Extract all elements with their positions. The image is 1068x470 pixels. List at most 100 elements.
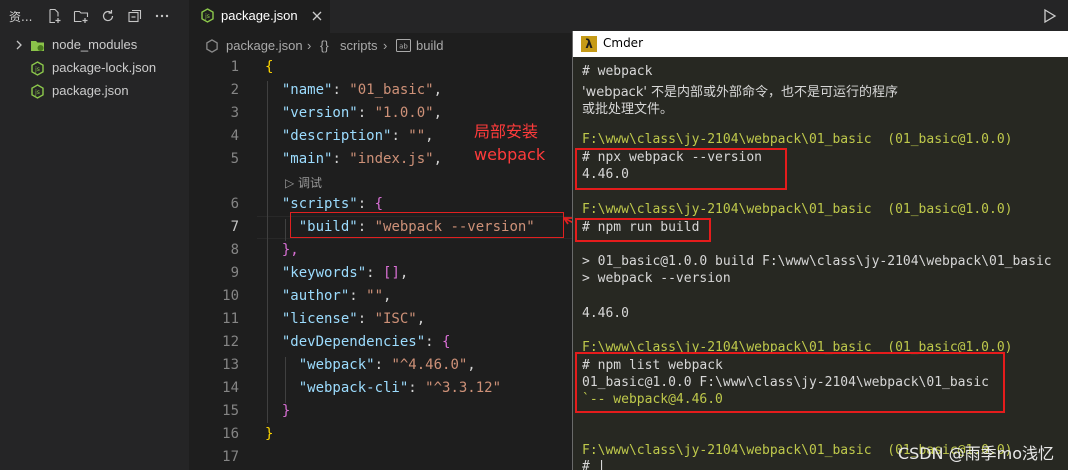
json-value: "^4.46.0" [391,357,468,373]
json-key: "devDependencies" [281,334,426,350]
cmder-title-bar[interactable]: λ Cmder [573,31,1068,57]
tab-package-json[interactable]: js package.json [189,0,330,33]
svg-text:js: js [34,66,40,73]
code-line: "author": "", [281,288,392,304]
json-value: "01_basic" [349,82,434,98]
new-file-icon[interactable] [45,7,63,25]
json-value: "" [366,288,384,304]
json-key: "keywords" [281,265,367,281]
code-line: }, [265,242,299,258]
brace: }, [281,242,299,258]
json-key: "author" [281,288,350,304]
file-tree: node_modules js package-lock.json js pac… [0,34,189,103]
collapse-all-icon[interactable] [126,7,144,25]
json-value: "ISC" [374,311,417,327]
brace: } [265,426,274,442]
tree-item-package-json[interactable]: js package.json [0,80,189,103]
line-number: 12 [222,334,239,350]
line-number: 1 [230,59,239,75]
line-number: 16 [222,426,239,442]
terminal-line: > webpack --version [582,271,731,286]
terminal-line: 或批处理文件。 [582,102,674,117]
breadcrumb: package.json › {} scripts › ab build [189,33,579,57]
code-editor[interactable]: 1 2 3 4 5 6 7 8 9 10 11 12 13 14 15 16 1… [189,57,579,470]
code-line: "description": "", [281,128,434,144]
tree-item-node-modules[interactable]: node_modules [0,34,189,57]
string-field-icon: ab [396,39,411,55]
json-key: "scripts" [281,196,358,212]
json-value: "index.js" [349,151,434,167]
line-number: 9 [230,265,239,281]
braces-icon: {} [320,38,329,53]
cmder-title: Cmder [603,36,644,50]
line-number: 2 [230,82,239,98]
line-number: 4 [230,128,239,144]
breadcrumb-file[interactable]: package.json [226,38,303,53]
refresh-icon[interactable] [99,7,117,25]
code-line: "devDependencies": { [281,334,451,350]
debug-codelens[interactable]: ▷ 调试 [285,174,322,191]
tree-item-label: node_modules [52,37,138,52]
json-key: "webpack-cli" [298,380,409,396]
highlight-box-build-script [290,212,564,238]
editor-tab-bar: js package.json [189,0,1068,33]
code-line: "webpack-cli": "^3.3.12" [298,380,502,396]
json-key: "description" [281,128,392,144]
breadcrumb-build[interactable]: build [416,38,443,53]
terminal-prompt: F:\www\class\jy-2104\webpack\01_basic (0… [582,132,1013,147]
watermark: CSDN @雨季mo浅忆 [897,444,1054,463]
annotation-line: 局部安装 [474,122,539,141]
terminal-line: 4.46.0 [582,306,629,321]
json-value: "^3.3.12" [425,380,502,396]
svg-text:js: js [34,89,40,96]
brace: { [442,334,451,350]
line-number: 6 [230,196,239,212]
svg-text:ab: ab [399,43,408,51]
close-icon[interactable] [309,8,325,24]
line-number: 11 [222,311,239,327]
chevron-right-icon [13,39,25,54]
node-json-icon: js [30,84,45,99]
tree-item-package-lock[interactable]: js package-lock.json [0,57,189,80]
code-line: "keywords": [], [281,265,409,281]
highlight-box-npm-list [575,352,1005,413]
new-folder-icon[interactable] [72,7,90,25]
tree-item-label: package.json [52,83,129,98]
explorer-title: 资... [9,10,33,24]
terminal-line: > 01_basic@1.0.0 build F:\www\class\jy-2… [582,254,1052,269]
explorer-header: 资... [0,0,189,33]
json-key: "name" [281,82,333,98]
line-number-current: 7 [230,219,239,235]
node-json-icon [205,39,219,56]
brace: } [281,403,291,419]
terminal-input-line[interactable]: # | [582,459,605,470]
json-value: "" [408,128,426,144]
run-icon[interactable] [1040,7,1058,25]
annotation-line: webpack [474,145,546,164]
line-number: 10 [222,288,239,304]
node-json-icon: js [30,61,45,76]
json-key: "main" [281,151,333,167]
tree-item-label: package-lock.json [52,60,157,75]
json-value: "1.0.0" [374,105,434,121]
annotation-label: 局部安装 webpack [474,120,545,166]
line-number: 8 [230,242,239,258]
terminal-line: # webpack [582,64,653,79]
code-line: { [265,59,273,75]
json-key: "webpack" [298,357,375,373]
terminal-output[interactable]: # webpack 'webpack' 不是内部或外部命令，也不是可运行的程序 … [573,57,1068,470]
json-key: "version" [281,105,358,121]
line-number: 13 [222,357,239,373]
svg-text:js: js [204,13,210,20]
code-line: } [265,426,273,442]
breadcrumb-separator: › [383,38,388,53]
more-icon[interactable] [153,7,171,25]
breadcrumb-scripts[interactable]: scripts [340,38,378,53]
code-line: "webpack": "^4.46.0", [298,357,476,373]
explorer-sidebar: 资... node_modules js package-lock.json j… [0,0,189,470]
cmder-window[interactable]: λ Cmder # webpack 'webpack' 不是内部或外部命令，也不… [572,31,1068,470]
line-number: 5 [230,151,239,167]
code-line: "name": "01_basic", [281,82,443,98]
code-line: "scripts": { [281,196,384,212]
tab-label: package.json [221,8,298,23]
